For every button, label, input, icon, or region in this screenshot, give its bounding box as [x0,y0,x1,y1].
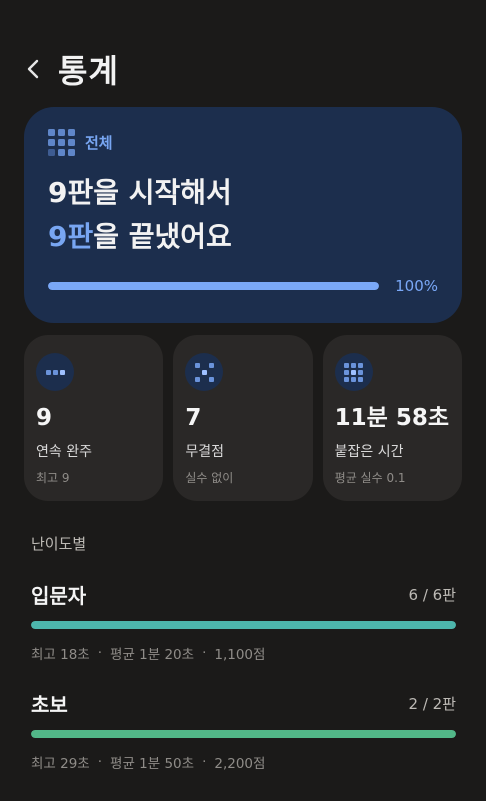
overview-finished-suffix: 을 끝냈어요 [93,220,232,253]
stat-value: 9 [36,405,53,431]
separator-dot: · [202,645,207,661]
section-title-difficulty: 난이도별 [31,535,87,553]
difficulty-progress-bar [31,621,456,629]
difficulty-score: 1,100점 [214,647,266,663]
overview-progress-fill [48,282,379,290]
page-title: 통계 [58,52,119,90]
difficulty-best: 최고 18초 [31,647,90,663]
chevron-left-icon [27,59,39,79]
difficulty-item[interactable]: 입문자 6 / 6판 최고 18초 · 평균 1분 20초 · 1,100점 [31,579,456,663]
separator-dot: · [97,645,103,661]
difficulty-progress-fill [31,730,456,738]
back-button[interactable] [22,54,44,84]
flawless-dots-icon [185,353,224,391]
difficulty-best: 최고 29초 [31,756,90,772]
stat-card-flawless[interactable]: 7 무결점 실수 없이 [173,335,313,501]
difficulty-average: 평균 1분 50초 [110,756,195,772]
separator-dot: · [202,754,207,770]
overview-tag-label: 전체 [85,133,113,152]
time-grid-icon [334,353,373,391]
overview-progress-label: 100% [395,277,438,295]
difficulty-name: 입문자 [31,583,87,608]
difficulty-average: 평균 1분 20초 [110,647,195,663]
stat-label: 무결점 [185,444,224,460]
overview-tag: 전체 [48,127,438,157]
overview-progress-bar [48,282,379,290]
stat-value: 11분 58초 [334,405,449,431]
stat-sub: 실수 없이 [185,471,234,485]
streak-dots-icon [36,353,74,391]
difficulty-progress-bar [31,730,456,738]
difficulty-score: 2,200점 [214,756,266,772]
difficulty-name: 초보 [31,692,68,717]
stat-card-streak[interactable]: 9 연속 완주 최고 9 [24,335,164,501]
overview-finished-count: 9판 [48,220,94,253]
overview-started-text: 9판을 시작해서 [48,176,232,209]
stat-value: 7 [185,405,202,431]
separator-dot: · [97,754,103,770]
difficulty-meta: 최고 18초 · 평균 1분 20초 · 1,100점 [31,643,456,663]
stat-label: 붙잡은 시간 [334,444,404,460]
overview-finished-text: 9판을 끝냈어요 [48,215,438,259]
difficulty-count: 2 / 2판 [408,694,456,713]
stat-card-time[interactable]: 11분 58초 붙잡은 시간 평균 실수 0.1 [322,335,462,501]
stat-label: 연속 완주 [36,444,92,460]
difficulty-meta: 최고 29초 · 평균 1분 50초 · 2,200점 [31,752,456,772]
stats-row: 9 연속 완주 최고 9 7 무결점 실수 없이 11분 58초 붙잡은 시간 … [24,335,462,501]
difficulty-item[interactable]: 초보 2 / 2판 최고 29초 · 평균 1분 50초 · 2,200점 [31,688,456,772]
difficulty-count: 6 / 6판 [408,585,456,604]
header: 통계 [22,46,464,92]
stat-sub: 최고 9 [36,471,70,485]
overview-card: 전체 9판을 시작해서 9판을 끝냈어요 100% [24,107,462,323]
grid-icon [48,128,75,156]
difficulty-progress-fill [31,621,456,629]
stat-sub: 평균 실수 0.1 [334,471,406,485]
overview-progress-row: 100% [48,277,438,295]
